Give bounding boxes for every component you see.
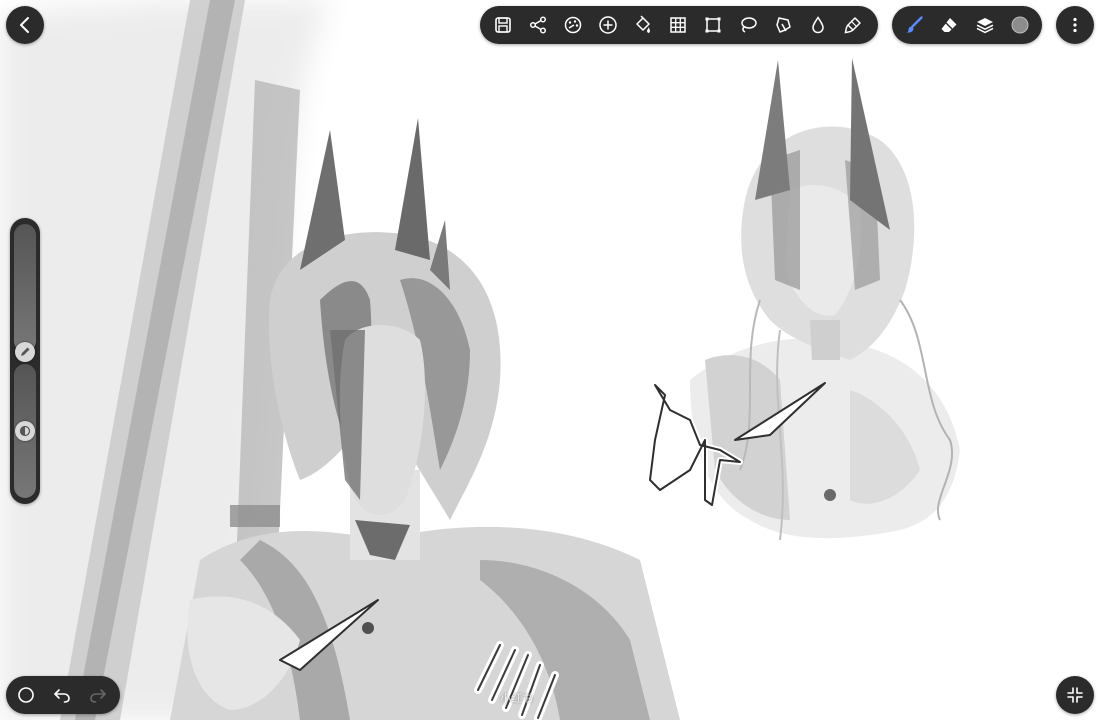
pencil-icon [21, 347, 30, 356]
circle-icon [18, 687, 34, 703]
blur-button[interactable] [800, 6, 835, 44]
fullscreen-button[interactable] [1056, 676, 1094, 714]
redo-icon [90, 689, 106, 703]
more-vertical-icon [1073, 17, 1077, 33]
undo-button[interactable] [44, 676, 80, 714]
opacity-icon [19, 425, 31, 437]
watermark: 小红书 [500, 692, 533, 705]
shape-button[interactable] [8, 676, 44, 714]
layers-icon [976, 18, 994, 34]
more-menu-button[interactable] [1056, 6, 1094, 44]
back-button[interactable] [6, 6, 44, 44]
save-button[interactable] [485, 6, 520, 44]
smudge-button[interactable] [835, 6, 870, 44]
smudge-icon [844, 17, 861, 34]
bottom-left-controls [6, 676, 120, 714]
grid-button[interactable] [660, 6, 695, 44]
layers-button[interactable] [967, 6, 1003, 44]
undo-icon [54, 689, 70, 703]
lasso-icon [740, 17, 757, 33]
drawing-app: 小红书 [0, 0, 1100, 720]
drawing-canvas[interactable] [0, 0, 1100, 720]
eraser-button[interactable] [932, 6, 968, 44]
fill-button[interactable] [625, 6, 660, 44]
collapse-icon [1067, 687, 1083, 703]
palette-adjust-icon [564, 16, 581, 34]
add-button[interactable] [590, 6, 625, 44]
eraser-icon [941, 18, 957, 32]
lasso-button[interactable] [730, 6, 765, 44]
adjust-button[interactable] [555, 6, 590, 44]
selection-icon [775, 17, 791, 33]
plus-circle-icon [598, 16, 617, 34]
save-icon [494, 17, 511, 33]
brush-sliders [10, 218, 40, 504]
selection-button[interactable] [765, 6, 800, 44]
share-button[interactable] [520, 6, 555, 44]
paint-bucket-icon [635, 15, 650, 33]
crop-button[interactable] [695, 6, 730, 44]
main-toolbar [480, 6, 878, 44]
share-icon [529, 16, 546, 34]
brush-opacity-thumb[interactable] [15, 421, 35, 441]
brush-size-slider[interactable] [14, 224, 36, 352]
color-swatch-icon [1011, 16, 1029, 34]
brush-size-thumb[interactable] [15, 341, 35, 362]
brush-button[interactable] [896, 6, 932, 44]
redo-button[interactable] [80, 676, 116, 714]
grid-icon [669, 17, 686, 33]
brush-icon [906, 16, 923, 33]
crop-icon [705, 17, 720, 33]
brush-toolbar [892, 6, 1042, 44]
droplet-icon [811, 16, 824, 34]
chevron-left-icon [20, 17, 29, 33]
color-button[interactable] [1003, 6, 1039, 44]
